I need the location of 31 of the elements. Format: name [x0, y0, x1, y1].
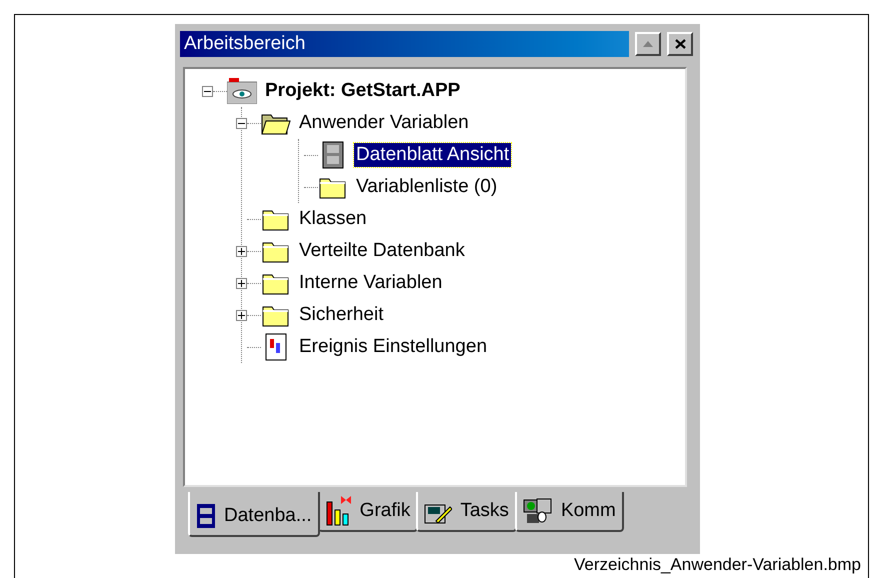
window-title: Arbeitsbereich: [184, 32, 306, 56]
plus-icon: [238, 280, 245, 286]
tree-item[interactable]: Interne Variablen: [297, 271, 444, 295]
tree-item[interactable]: Projekt: GetStart.APP: [263, 79, 462, 103]
tree-item[interactable]: Variablenliste (0): [354, 175, 500, 199]
tree-item[interactable]: Verteilte Datenbank: [297, 239, 467, 263]
tree-item[interactable]: Sicherheit: [297, 303, 386, 327]
close-button[interactable]: [667, 32, 693, 56]
tree-item[interactable]: Datenblatt Ansicht: [354, 143, 512, 167]
plus-icon: [238, 248, 245, 254]
expand-toggle[interactable]: [236, 278, 247, 288]
datasheet-icon: [322, 141, 344, 169]
document-icon: [265, 333, 287, 361]
tab[interactable]: Tasks: [416, 492, 517, 532]
network-icon: [522, 497, 553, 525]
expand-toggle[interactable]: [236, 310, 247, 320]
tab[interactable]: Datenba...: [188, 492, 320, 537]
collapse-toggle[interactable]: [236, 118, 247, 128]
tree-item[interactable]: Anwender Variablen: [297, 111, 471, 135]
tree-item[interactable]: Ereignis Einstellungen: [297, 335, 490, 359]
close-icon: [674, 39, 686, 49]
plus-icon: [238, 312, 245, 318]
cabinet-icon: [196, 502, 216, 528]
tree-item[interactable]: Klassen: [297, 207, 369, 231]
bar-chart-icon: [326, 496, 352, 526]
maximize-button[interactable]: [635, 32, 661, 56]
image-caption: Verzeichnis_Anwender-Variablen.bmp: [574, 555, 861, 575]
collapse-toggle[interactable]: [202, 86, 213, 96]
tab[interactable]: Komm: [514, 492, 624, 532]
triangle-up-icon: [643, 41, 653, 47]
expand-toggle[interactable]: [236, 246, 247, 256]
